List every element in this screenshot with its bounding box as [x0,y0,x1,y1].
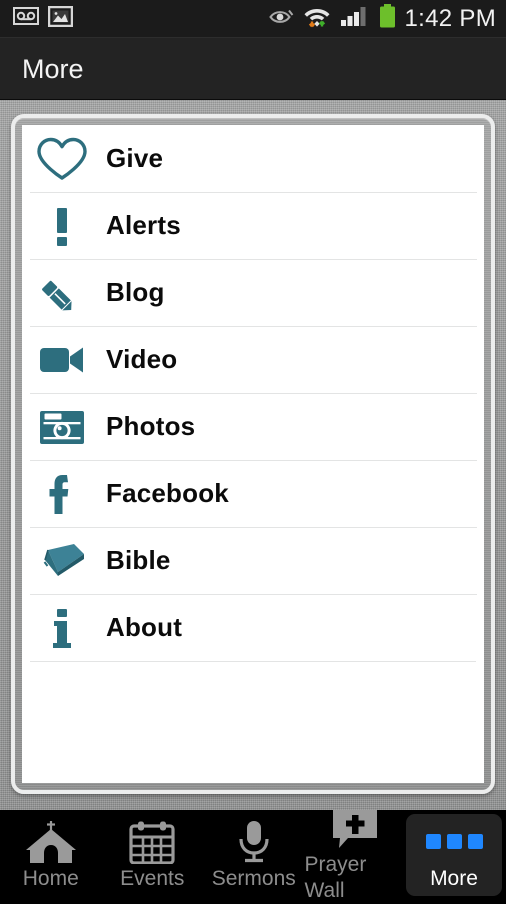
heart-icon [30,133,94,185]
tab-label: Home [22,867,79,890]
page-title: More [22,53,84,84]
facebook-icon [30,468,94,520]
list-item-facebook[interactable]: Facebook [22,460,484,527]
list-item-label: About [106,612,183,642]
pencil-icon [30,267,94,319]
tab-label: Events [120,867,185,890]
eye-icon [268,7,294,30]
status-bar-notifications [13,5,74,32]
action-bar: More [0,38,506,100]
exclamation-icon [30,200,94,252]
more-menu-list: Give Alerts Blog Video Photos Facebook B… [22,125,484,662]
status-bar-clock: 1:42 PM [404,4,496,32]
tab-sermons[interactable]: Sermons [203,810,305,900]
content-area: Give Alerts Blog Video Photos Facebook B… [0,100,506,810]
three-dots-icon [425,818,483,864]
list-item-label: Alerts [106,210,181,240]
battery-icon [379,4,396,33]
list-item-label: Give [106,143,164,173]
card-frame: Give Alerts Blog Video Photos Facebook B… [11,114,495,794]
signal-icon [340,5,370,32]
list-item-label: Facebook [106,478,229,508]
menu-card: Give Alerts Blog Video Photos Facebook B… [22,125,484,783]
list-item-label: Blog [106,277,165,307]
voicemail-icon [13,7,39,30]
tab-label: Sermons [211,867,296,890]
tab-more[interactable]: More [406,814,502,896]
list-item-about[interactable]: About [22,594,484,661]
list-item-bible[interactable]: Bible [22,527,484,594]
tab-label: Prayer Wall [304,853,367,902]
tab-prayer-wall[interactable]: Prayer Wall [305,810,407,902]
list-item-label: Bible [106,545,171,575]
list-item-blog[interactable]: Blog [22,259,484,326]
tab-home[interactable]: Home [0,810,102,900]
photo-icon [47,5,74,32]
video-camera-icon [30,334,94,386]
list-item-label: Video [106,344,178,374]
microphone-icon [234,818,274,864]
status-bar: 1:42 PM [0,0,506,38]
speech-cross-icon [329,806,381,850]
list-item-label: Photos [106,411,196,441]
tab-label: More [430,867,478,890]
list-item-photos[interactable]: Photos [22,393,484,460]
church-icon [22,818,80,864]
list-item-give[interactable]: Give [22,125,484,192]
book-icon [30,535,94,587]
camera-icon [30,401,94,453]
bottom-tab-bar: Home Events Sermons Prayer Wall More [0,810,506,902]
calendar-icon [127,818,177,864]
info-icon [30,602,94,654]
list-item-video[interactable]: Video [22,326,484,393]
wifi-icon [303,4,331,33]
status-bar-indicators: 1:42 PM [268,4,496,33]
tab-events[interactable]: Events [102,810,204,900]
list-item-alerts[interactable]: Alerts [22,192,484,259]
